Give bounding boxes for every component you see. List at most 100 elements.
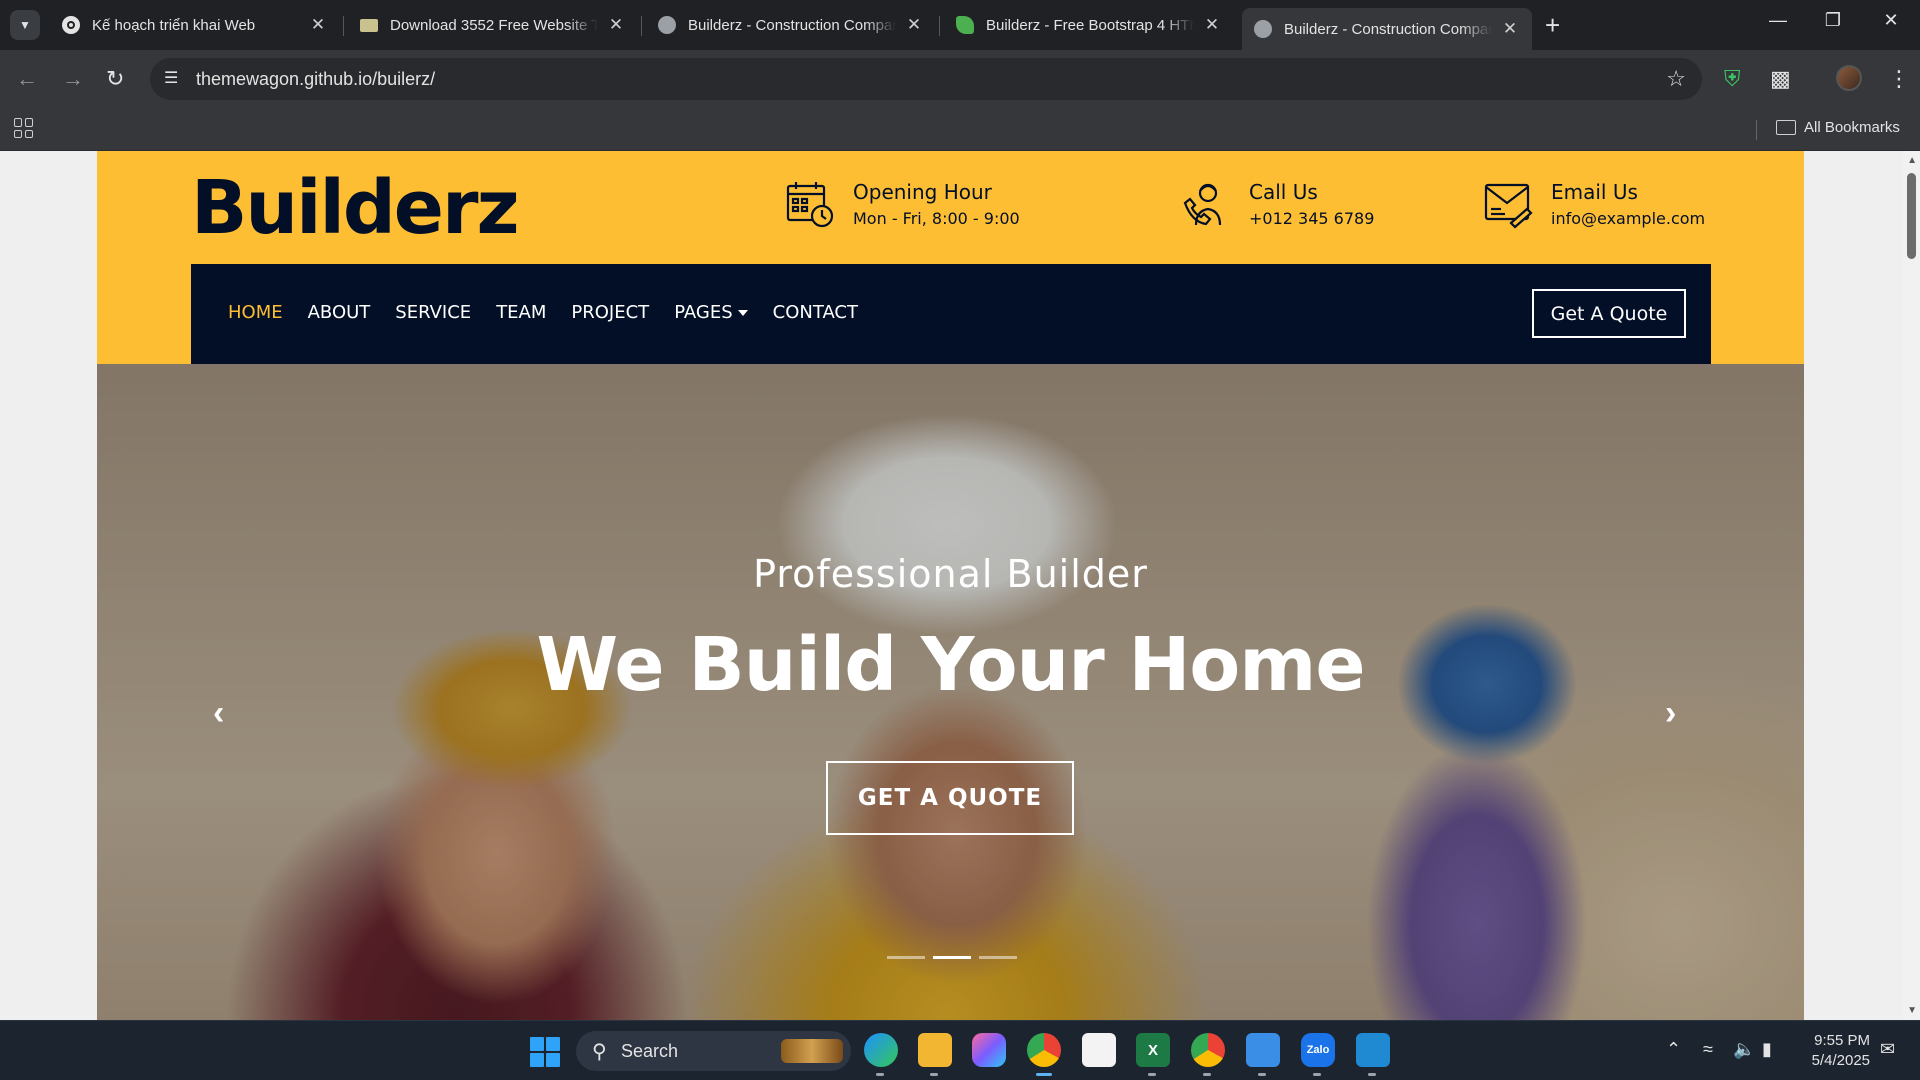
- site-info-icon[interactable]: ☰: [164, 68, 178, 88]
- nav-pages: PAGES: [674, 302, 733, 323]
- main-navbar: HOME ABOUT SERVICE TEAM PROJECT PAGES CO…: [191, 264, 1711, 364]
- browser-tab-active[interactable]: Builderz - Construction Compan ✕: [1242, 8, 1532, 50]
- system-clock[interactable]: 9:55 PM 5/4/2025: [1800, 1031, 1870, 1071]
- taskbar-indicator: [876, 1073, 884, 1076]
- edge-icon[interactable]: [864, 1033, 898, 1067]
- globe-icon: [1254, 20, 1272, 38]
- microsoft-store-icon[interactable]: [1082, 1033, 1116, 1067]
- browser-tab-bar: ▼ Kế hoạch triển khai Web ✕ Download 355…: [0, 0, 1920, 50]
- hero-carousel: Professional Builder We Build Your Home …: [97, 364, 1804, 1020]
- nav-links: HOME ABOUT SERVICE TEAM PROJECT PAGES CO…: [228, 302, 858, 323]
- scroll-down-icon[interactable]: ▼: [1907, 1005, 1917, 1016]
- copilot-icon[interactable]: [972, 1033, 1006, 1067]
- carousel-indicator[interactable]: [887, 956, 925, 959]
- themewagon-icon: [360, 18, 378, 32]
- nav-team[interactable]: TEAM: [496, 302, 546, 323]
- url-text[interactable]: themewagon.github.io/builerz/: [196, 69, 435, 90]
- nav-about[interactable]: ABOUT: [308, 302, 371, 323]
- bookmark-star-icon[interactable]: ☆: [1666, 66, 1686, 92]
- taskbar-indicator: [930, 1073, 938, 1076]
- new-tab-button[interactable]: +: [1545, 12, 1560, 38]
- restore-icon[interactable]: ❐: [1818, 10, 1848, 31]
- shield-extension-icon[interactable]: ⛨: [1724, 66, 1741, 92]
- carousel-next-icon[interactable]: ›: [1665, 694, 1676, 733]
- zalo-icon[interactable]: Zalo: [1301, 1033, 1335, 1067]
- tab-title: Builderz - Construction Compan: [688, 16, 896, 34]
- phone-agent-icon: [1183, 183, 1222, 226]
- contact-title: Opening Hour: [853, 180, 992, 204]
- hero-get-quote-button[interactable]: GET A QUOTE: [826, 761, 1074, 835]
- nav-service[interactable]: SERVICE: [395, 302, 471, 323]
- windows-taskbar: ⚲ Search X Zalo ⌃ ≈ 🔈 ▮ 9:55 PM 5/4/2025…: [0, 1020, 1920, 1080]
- close-icon[interactable]: ✕: [606, 15, 626, 35]
- scroll-thumb[interactable]: [1907, 173, 1916, 259]
- file-explorer-icon[interactable]: [918, 1033, 952, 1067]
- bookmarks-bar: All Bookmarks: [0, 108, 1920, 151]
- contact-title: Email Us: [1551, 180, 1638, 204]
- all-bookmarks-button[interactable]: All Bookmarks: [1776, 119, 1900, 136]
- site-logo[interactable]: Builderz: [191, 165, 520, 251]
- notification-bell-icon[interactable]: ✉: [1880, 1039, 1895, 1060]
- chevron-down-icon: ▼: [19, 18, 31, 32]
- browser-tab[interactable]: Builderz - Free Bootstrap 4 HTM ✕: [944, 8, 1234, 42]
- close-window-icon[interactable]: ✕: [1876, 10, 1906, 31]
- search-icon: ⚲: [592, 1041, 607, 1063]
- excel-icon[interactable]: X: [1136, 1033, 1170, 1067]
- profile-avatar[interactable]: [1836, 65, 1862, 91]
- wifi-icon[interactable]: ≈: [1703, 1039, 1713, 1060]
- vscode-icon[interactable]: [1356, 1033, 1390, 1067]
- globe-icon: [658, 16, 676, 34]
- contact-text: Mon - Fri, 8:00 - 9:00: [853, 209, 1020, 228]
- chevron-up-icon[interactable]: ⌃: [1666, 1039, 1681, 1060]
- contact-email-us: Email Us info@example.com: [1483, 179, 1705, 233]
- caret-down-icon: [737, 309, 748, 316]
- taskbar-indicator: [1313, 1073, 1321, 1076]
- browser-tab[interactable]: Download 3552 Free Website Te ✕: [348, 8, 638, 42]
- menu-kebab-icon[interactable]: ⋮: [1888, 66, 1910, 92]
- extensions-puzzle-icon[interactable]: ▩: [1770, 66, 1791, 92]
- tab-search-button[interactable]: ▼: [10, 10, 40, 40]
- chrome-icon[interactable]: [1027, 1033, 1061, 1067]
- tab-separator: [939, 16, 940, 36]
- calendar-clock-icon: [786, 182, 834, 228]
- taskbar-search-label: Search: [621, 1041, 679, 1061]
- volume-icon[interactable]: 🔈: [1733, 1039, 1755, 1060]
- address-bar[interactable]: ☰ themewagon.github.io/builerz/ ☆: [150, 58, 1702, 100]
- tab-title: Builderz - Free Bootstrap 4 HTM: [986, 16, 1194, 34]
- carousel-indicator-active[interactable]: [933, 956, 971, 959]
- site-header: Builderz Opening Hour Mon - Fri, 8:00 - …: [97, 151, 1804, 364]
- nav-project[interactable]: PROJECT: [571, 302, 649, 323]
- carousel-prev-icon[interactable]: ‹: [213, 694, 224, 733]
- nav-contact[interactable]: CONTACT: [773, 302, 858, 323]
- apps-grid-icon[interactable]: [14, 118, 34, 138]
- browser-tab[interactable]: Kế hoạch triển khai Web ✕: [50, 8, 340, 42]
- forward-arrow-icon[interactable]: →: [62, 66, 84, 92]
- minimize-icon[interactable]: —: [1763, 10, 1793, 31]
- contact-text: +012 345 6789: [1249, 209, 1375, 228]
- close-icon[interactable]: ✕: [308, 15, 328, 35]
- back-arrow-icon[interactable]: ←: [16, 66, 38, 92]
- get-a-quote-button[interactable]: Get A Quote: [1532, 289, 1686, 338]
- close-icon[interactable]: ✕: [904, 15, 924, 35]
- search-highlight-image: [781, 1039, 843, 1063]
- hero-title: We Build Your Home: [536, 622, 1365, 708]
- contact-opening-hour: Opening Hour Mon - Fri, 8:00 - 9:00: [785, 179, 1020, 233]
- carousel-indicator[interactable]: [979, 956, 1017, 959]
- scroll-up-icon[interactable]: ▲: [1907, 155, 1917, 166]
- battery-icon[interactable]: ▮: [1762, 1039, 1772, 1060]
- taskbar-search[interactable]: ⚲ Search: [576, 1031, 851, 1071]
- nav-home[interactable]: HOME: [228, 302, 283, 323]
- windows-start-icon[interactable]: [530, 1037, 560, 1067]
- notepad-icon[interactable]: [1246, 1033, 1280, 1067]
- tab-title: Builderz - Construction Compan: [1284, 20, 1492, 38]
- browser-tab[interactable]: Builderz - Construction Compan ✕: [646, 8, 936, 42]
- clock-date: 5/4/2025: [1811, 1052, 1870, 1069]
- close-icon[interactable]: ✕: [1500, 19, 1520, 39]
- reload-icon[interactable]: ↻: [106, 66, 124, 92]
- tab-separator: [641, 16, 642, 36]
- page-scrollbar[interactable]: ▲ ▼: [1903, 151, 1920, 1020]
- chrome-profile-icon[interactable]: [1191, 1033, 1225, 1067]
- nav-pages-dropdown[interactable]: PAGES: [674, 302, 748, 323]
- close-icon[interactable]: ✕: [1202, 15, 1222, 35]
- taskbar-indicator: [1148, 1073, 1156, 1076]
